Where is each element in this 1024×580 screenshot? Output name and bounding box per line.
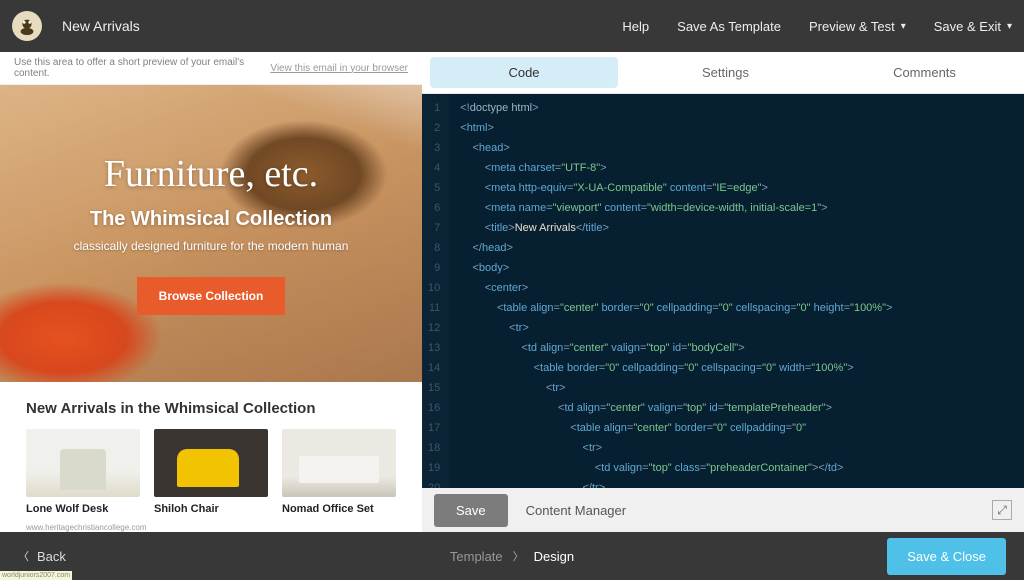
campaign-title: New Arrivals [62, 18, 140, 34]
brand-logo-icon[interactable] [12, 11, 42, 41]
editor-tabs: Code Settings Comments [422, 52, 1024, 94]
preview-test-menu[interactable]: Preview & Test▾ [809, 19, 906, 34]
chevron-down-icon: ▾ [901, 21, 906, 32]
back-label: Back [37, 549, 66, 564]
content-manager-link[interactable]: Content Manager [526, 503, 626, 518]
preheader-text: Use this area to offer a short preview o… [14, 57, 270, 79]
arrivals-heading: New Arrivals in the Whimsical Collection [26, 400, 396, 417]
tab-comments[interactable]: Comments [825, 52, 1024, 93]
breadcrumb: Template 〉 Design [450, 548, 574, 564]
save-button[interactable]: Save [434, 494, 508, 527]
product-name: Lone Wolf Desk [26, 503, 140, 515]
editor-pane: Code Settings Comments 12345678910111213… [422, 52, 1024, 532]
main-area: Use this area to offer a short preview o… [0, 52, 1024, 532]
watermark-text: worldjuniors2007.com [0, 571, 72, 580]
save-as-template-link[interactable]: Save As Template [677, 19, 781, 34]
chevron-right-icon: 〉 [513, 548, 524, 564]
save-and-close-button[interactable]: Save & Close [887, 538, 1006, 575]
save-exit-menu[interactable]: Save & Exit▾ [934, 19, 1012, 34]
product-card[interactable]: Shiloh Chair [154, 429, 268, 515]
chevron-down-icon: ▾ [1007, 21, 1012, 32]
preheader-row: Use this area to offer a short preview o… [0, 52, 422, 85]
expand-icon[interactable]: ⤢ [992, 500, 1012, 520]
tab-settings[interactable]: Settings [626, 52, 825, 93]
product-image [154, 429, 268, 497]
product-name: Shiloh Chair [154, 503, 268, 515]
product-card[interactable]: Nomad Office Set [282, 429, 396, 515]
hero-subheading: The Whimsical Collection [90, 208, 332, 231]
code-content[interactable]: <!doctype html><html> <head> <meta chars… [450, 94, 902, 488]
product-row: Lone Wolf Desk Shiloh Chair Nomad Office… [26, 429, 396, 515]
browse-collection-button[interactable]: Browse Collection [137, 277, 286, 315]
chevron-left-icon: 〈 [18, 548, 29, 564]
view-in-browser-link[interactable]: View this email in your browser [270, 63, 408, 74]
hero-heading: Furniture, etc. [104, 152, 318, 196]
product-name: Nomad Office Set [282, 503, 396, 515]
product-card[interactable]: Lone Wolf Desk [26, 429, 140, 515]
new-arrivals-section: New Arrivals in the Whimsical Collection… [0, 382, 422, 525]
top-bar: New Arrivals Help Save As Template Previ… [0, 0, 1024, 52]
hero-tagline: classically designed furniture for the m… [74, 239, 349, 253]
code-editor[interactable]: 123456789101112131415161718192021 <!doct… [422, 94, 1024, 488]
product-image [26, 429, 140, 497]
crumb-design: Design [534, 549, 574, 564]
editor-footer: Save Content Manager ⤢ [422, 488, 1024, 532]
bottom-bar: 〈 Back Template 〉 Design Save & Close [0, 532, 1024, 580]
crumb-template[interactable]: Template [450, 549, 503, 564]
watermark-text: www.heritagechristiancollege.com [0, 523, 422, 532]
help-link[interactable]: Help [622, 19, 649, 34]
back-button[interactable]: 〈 Back [18, 548, 66, 564]
tab-code[interactable]: Code [430, 57, 618, 88]
line-number-gutter: 123456789101112131415161718192021 [422, 94, 450, 488]
hero-section[interactable]: Furniture, etc. The Whimsical Collection… [0, 85, 422, 382]
product-image [282, 429, 396, 497]
email-preview-pane: Use this area to offer a short preview o… [0, 52, 422, 532]
